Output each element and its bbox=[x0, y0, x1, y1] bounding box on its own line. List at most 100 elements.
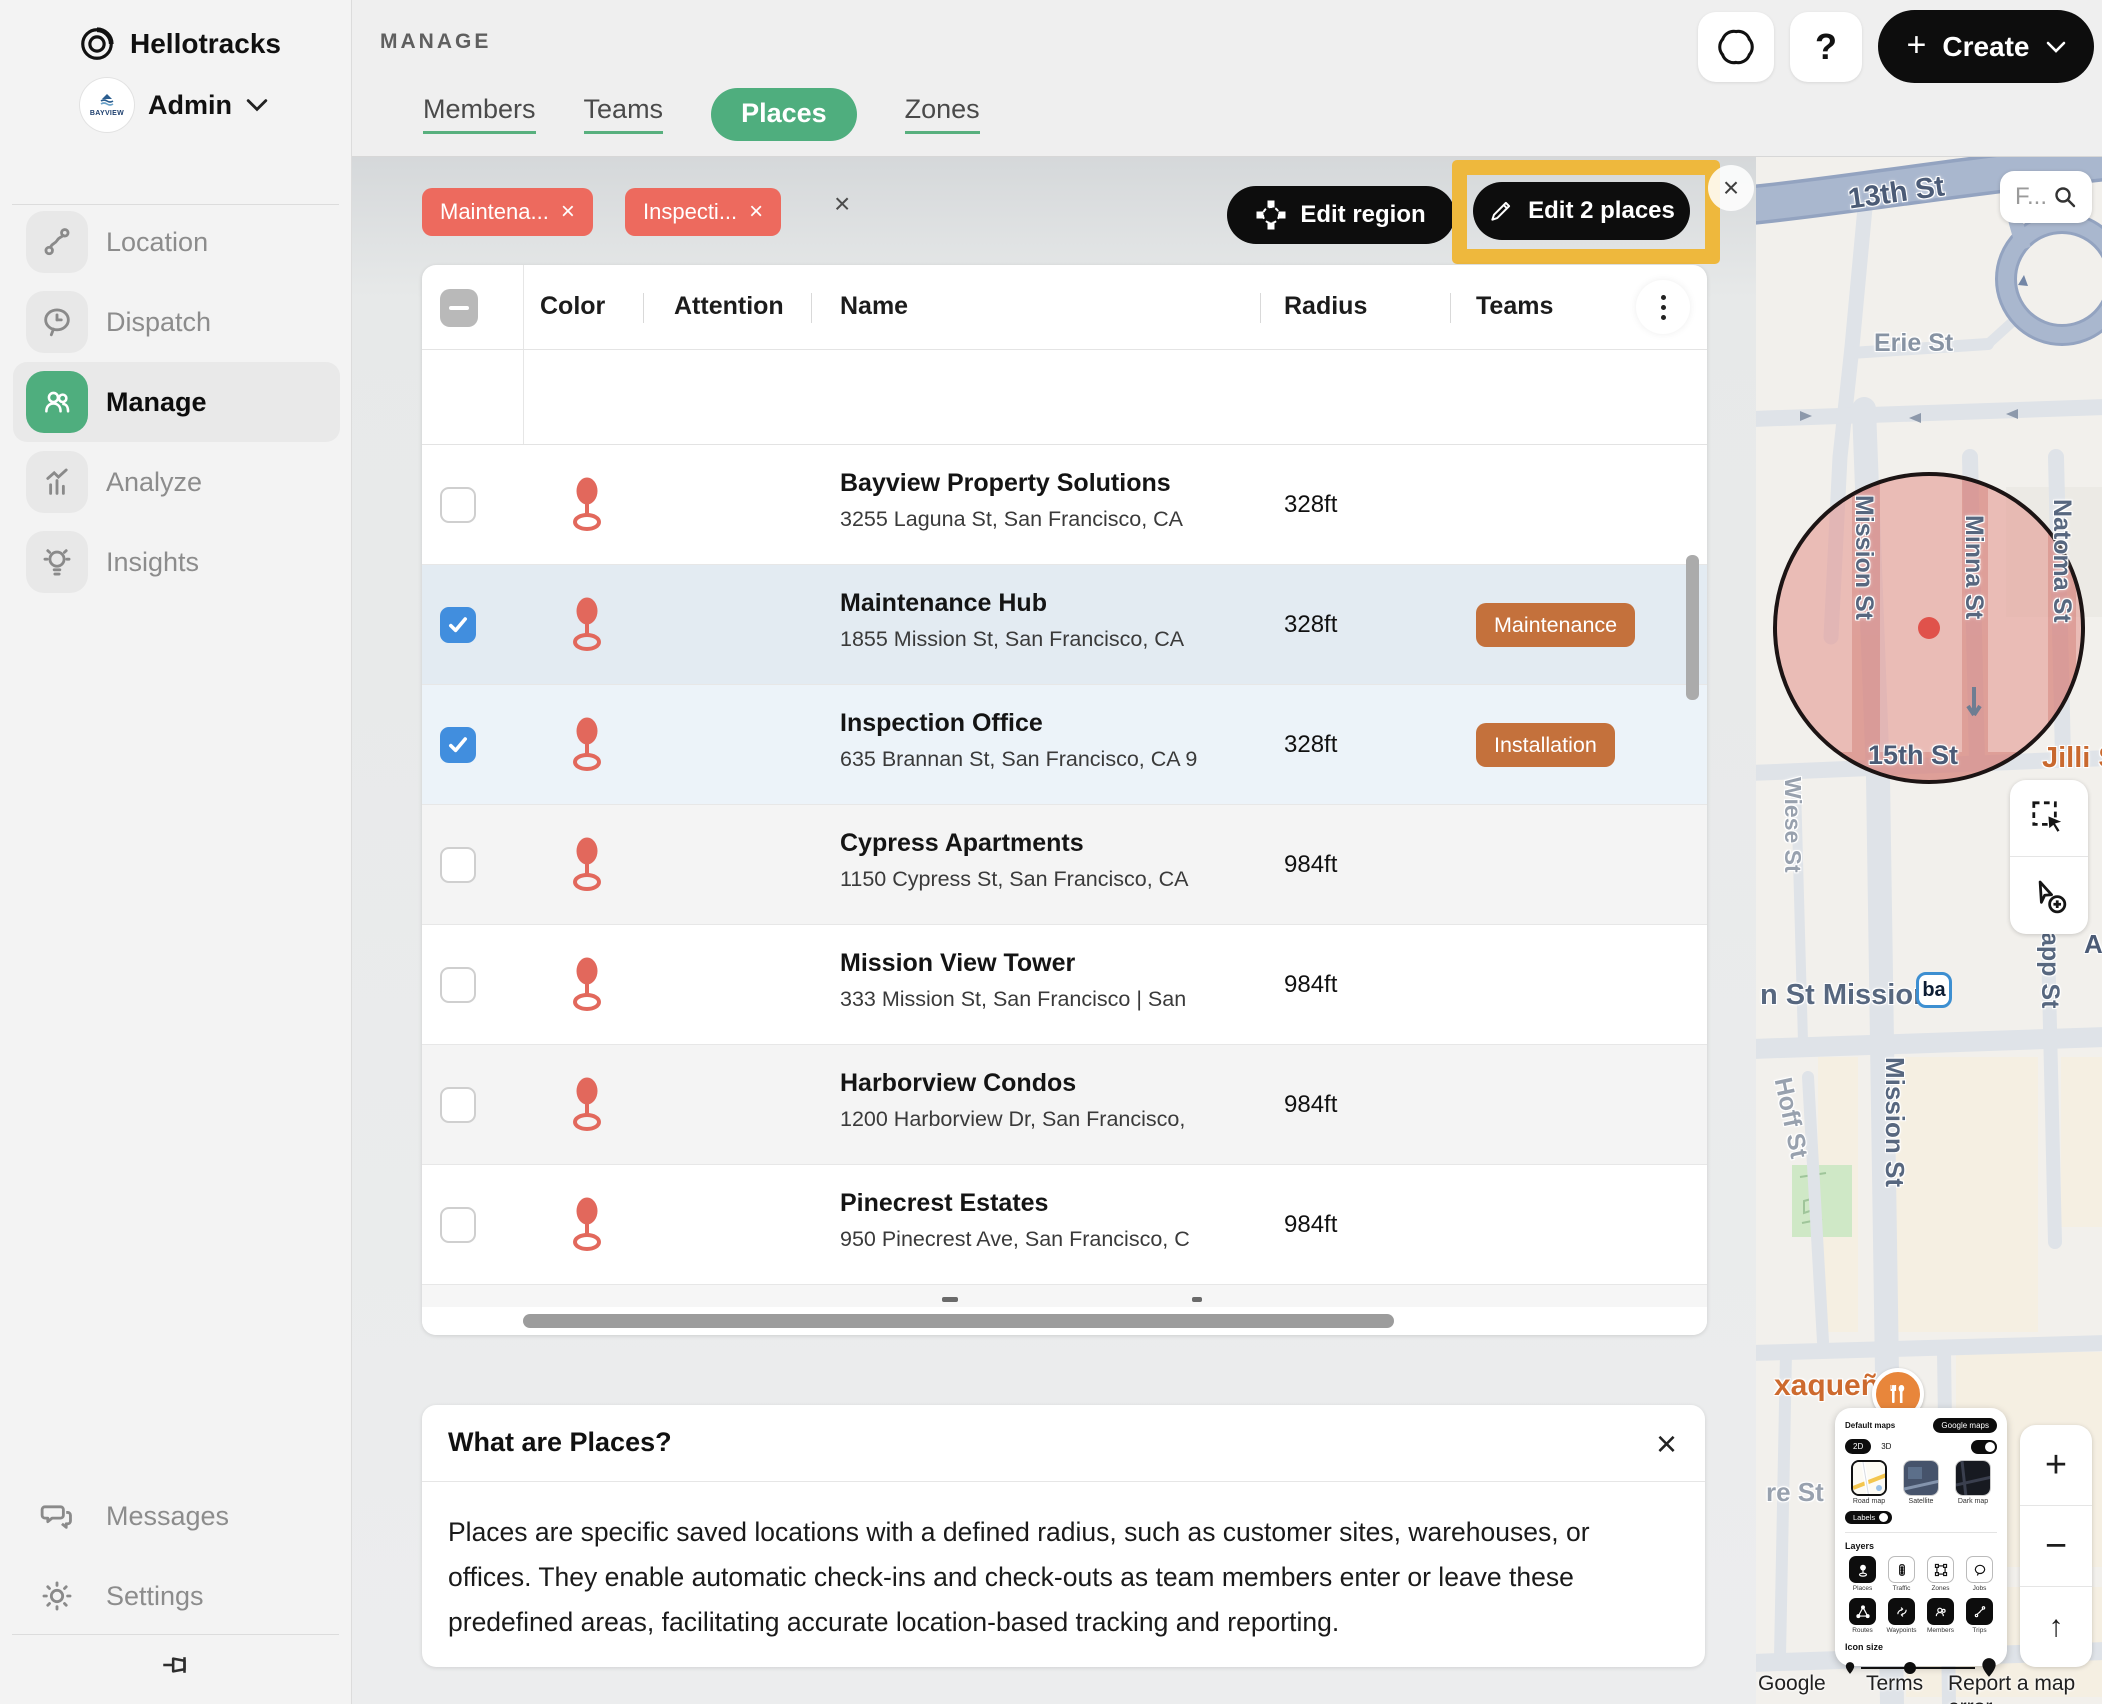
layer-waypoints[interactable]: Waypoints bbox=[1884, 1598, 1919, 1634]
sidebar-item-manage[interactable]: Manage bbox=[13, 362, 340, 442]
google-maps-button[interactable]: Google maps bbox=[1933, 1418, 1997, 1433]
table-menu-button[interactable] bbox=[1636, 280, 1690, 334]
header-separator bbox=[1450, 293, 1451, 323]
sidebar-item-insights[interactable]: Insights bbox=[13, 522, 340, 602]
remove-chip-icon[interactable]: × bbox=[561, 198, 575, 226]
what-are-places-card: What are Places? × Places are specific s… bbox=[422, 1405, 1705, 1667]
row-checkbox[interactable] bbox=[440, 607, 476, 643]
add-place-tool[interactable] bbox=[2010, 857, 2088, 934]
layer-label: Waypoints bbox=[1884, 1627, 1919, 1634]
filter-chip-inspection[interactable]: Inspecti... × bbox=[625, 188, 781, 236]
map[interactable]: 13th St Erie St Mission St Minna St Nato… bbox=[1756, 157, 2102, 1704]
map-type-satellite[interactable]: Satellite bbox=[1897, 1460, 1945, 1505]
map-type-road[interactable]: Road map bbox=[1845, 1460, 1893, 1505]
recenter-button[interactable]: ↑ bbox=[2020, 1586, 2092, 1667]
tab-zones[interactable]: Zones bbox=[905, 94, 980, 134]
chart-icon bbox=[26, 451, 88, 513]
row-checkbox[interactable] bbox=[440, 1207, 476, 1243]
sidebar-item-dispatch[interactable]: Dispatch bbox=[13, 282, 340, 362]
layer-traffic[interactable]: Traffic bbox=[1884, 1556, 1919, 1592]
tab-members[interactable]: Members bbox=[423, 94, 536, 134]
col-attention[interactable]: Attention bbox=[674, 292, 784, 321]
col-color[interactable]: Color bbox=[540, 292, 605, 321]
table-row[interactable]: Maintenance Hub1855 Mission St, San Fran… bbox=[422, 565, 1707, 685]
row-checkbox[interactable] bbox=[440, 727, 476, 763]
sidebar-item-messages[interactable]: Messages bbox=[13, 1476, 340, 1556]
col-name[interactable]: Name bbox=[840, 292, 908, 321]
place-name: Harborview Condos bbox=[840, 1069, 1280, 1098]
col-teams[interactable]: Teams bbox=[1476, 292, 1553, 321]
hscroll-thumb[interactable] bbox=[523, 1314, 1394, 1328]
place-name: Inspection Office bbox=[840, 709, 1280, 738]
hellotracks-logo-icon bbox=[78, 25, 116, 63]
layer-jobs[interactable]: Jobs bbox=[1962, 1556, 1997, 1592]
layer-zones[interactable]: Zones bbox=[1923, 1556, 1958, 1592]
filter-chip-maintenance[interactable]: Maintena... × bbox=[422, 188, 593, 236]
team-badge: Maintenance bbox=[1476, 603, 1635, 647]
table-row[interactable]: Harborview Condos1200 Harborview Dr, San… bbox=[422, 1045, 1707, 1165]
sidebar-item-analyze[interactable]: Analyze bbox=[13, 442, 340, 522]
edit-places-button[interactable]: Edit 2 places bbox=[1473, 182, 1690, 240]
marquee-select-tool[interactable] bbox=[2010, 780, 2088, 857]
place-name: Maintenance Hub bbox=[840, 589, 1280, 618]
table-row[interactable]: Pinecrest Estates950 Pinecrest Ave, San … bbox=[422, 1165, 1707, 1285]
table-row[interactable]: Mission View Tower333 Mission St, San Fr… bbox=[422, 925, 1707, 1045]
layer-trips[interactable]: Trips bbox=[1962, 1598, 1997, 1634]
mode-toggle[interactable] bbox=[1971, 1440, 1997, 1454]
table-row[interactable]: Inspection Office635 Brannan St, San Fra… bbox=[422, 685, 1707, 805]
create-button[interactable]: + Create bbox=[1878, 10, 2094, 83]
row-checkbox[interactable] bbox=[440, 967, 476, 1003]
zoom-in-button[interactable]: + bbox=[2020, 1425, 2092, 1505]
sidebar-item-label: Manage bbox=[106, 387, 207, 418]
place-radius: 328ft bbox=[1284, 611, 1337, 639]
close-info-card-icon[interactable]: × bbox=[1656, 1423, 1677, 1465]
map-settings-panel: Default maps Google maps 2D 3D Road map … bbox=[1835, 1408, 2007, 1666]
horizontal-scrollbar[interactable] bbox=[422, 1307, 1707, 1335]
chat-icon bbox=[26, 1485, 88, 1547]
col-radius[interactable]: Radius bbox=[1284, 292, 1367, 321]
tab-teams[interactable]: Teams bbox=[584, 94, 664, 134]
zoom-out-button[interactable]: − bbox=[2020, 1505, 2092, 1586]
sidebar-item-location[interactable]: Location bbox=[13, 202, 340, 282]
header-separator bbox=[1260, 293, 1261, 323]
map-type-dark[interactable]: Dark map bbox=[1949, 1460, 1997, 1505]
edit-region-button[interactable]: Edit region bbox=[1227, 186, 1455, 244]
table-row[interactable]: Cypress Apartments1150 Cypress St, San F… bbox=[422, 805, 1707, 925]
sidebar-item-settings[interactable]: Settings bbox=[13, 1556, 340, 1636]
chevron-down-icon bbox=[246, 98, 268, 112]
labels-toggle[interactable]: Labels bbox=[1845, 1511, 1892, 1524]
table-row[interactable]: Bayview Property Solutions3255 Laguna St… bbox=[422, 445, 1707, 565]
layer-routes[interactable]: Routes bbox=[1845, 1598, 1880, 1634]
labels-toggle-label: Labels bbox=[1853, 1513, 1875, 1522]
layer-members[interactable]: Members bbox=[1923, 1598, 1958, 1634]
mode-2d-button[interactable]: 2D bbox=[1845, 1439, 1871, 1454]
clear-filters-icon[interactable]: × bbox=[834, 188, 850, 220]
mode-3d-button[interactable]: 3D bbox=[1881, 1442, 1891, 1451]
account-switcher[interactable]: BAYVIEW Admin bbox=[0, 74, 352, 136]
report-map-error-link[interactable]: Report a map error bbox=[1948, 1672, 2102, 1704]
select-all-checkbox[interactable] bbox=[440, 289, 478, 327]
avatar-text: BAYVIEW bbox=[90, 110, 124, 117]
place-pin-icon bbox=[567, 1197, 607, 1258]
map-search-box[interactable]: F... bbox=[2000, 171, 2092, 223]
row-checkbox[interactable] bbox=[440, 1087, 476, 1123]
brand[interactable]: Hellotracks bbox=[0, 18, 352, 70]
assistant-button[interactable] bbox=[1698, 12, 1774, 82]
place-pin-icon bbox=[567, 717, 607, 778]
sidebar-divider bbox=[12, 1634, 339, 1635]
tab-places[interactable]: Places bbox=[711, 88, 857, 141]
row-checkbox[interactable] bbox=[440, 487, 476, 523]
street-label: 15th St bbox=[1868, 740, 1958, 771]
pin-sidebar-toggle[interactable] bbox=[0, 1648, 351, 1682]
search-icon bbox=[2053, 185, 2077, 209]
layer-places[interactable]: Places bbox=[1845, 1556, 1880, 1592]
dismiss-highlight-icon[interactable]: × bbox=[1708, 165, 1754, 211]
remove-chip-icon[interactable]: × bbox=[749, 198, 763, 226]
terms-link[interactable]: Terms bbox=[1866, 1672, 1923, 1696]
help-button[interactable]: ? bbox=[1790, 12, 1862, 82]
vscroll-thumb[interactable] bbox=[1686, 555, 1699, 700]
check-icon bbox=[446, 733, 470, 757]
filter-row bbox=[422, 350, 1707, 445]
topbar: MANAGE Members Teams Places Zones ? + Cr… bbox=[352, 0, 2102, 157]
row-checkbox[interactable] bbox=[440, 847, 476, 883]
